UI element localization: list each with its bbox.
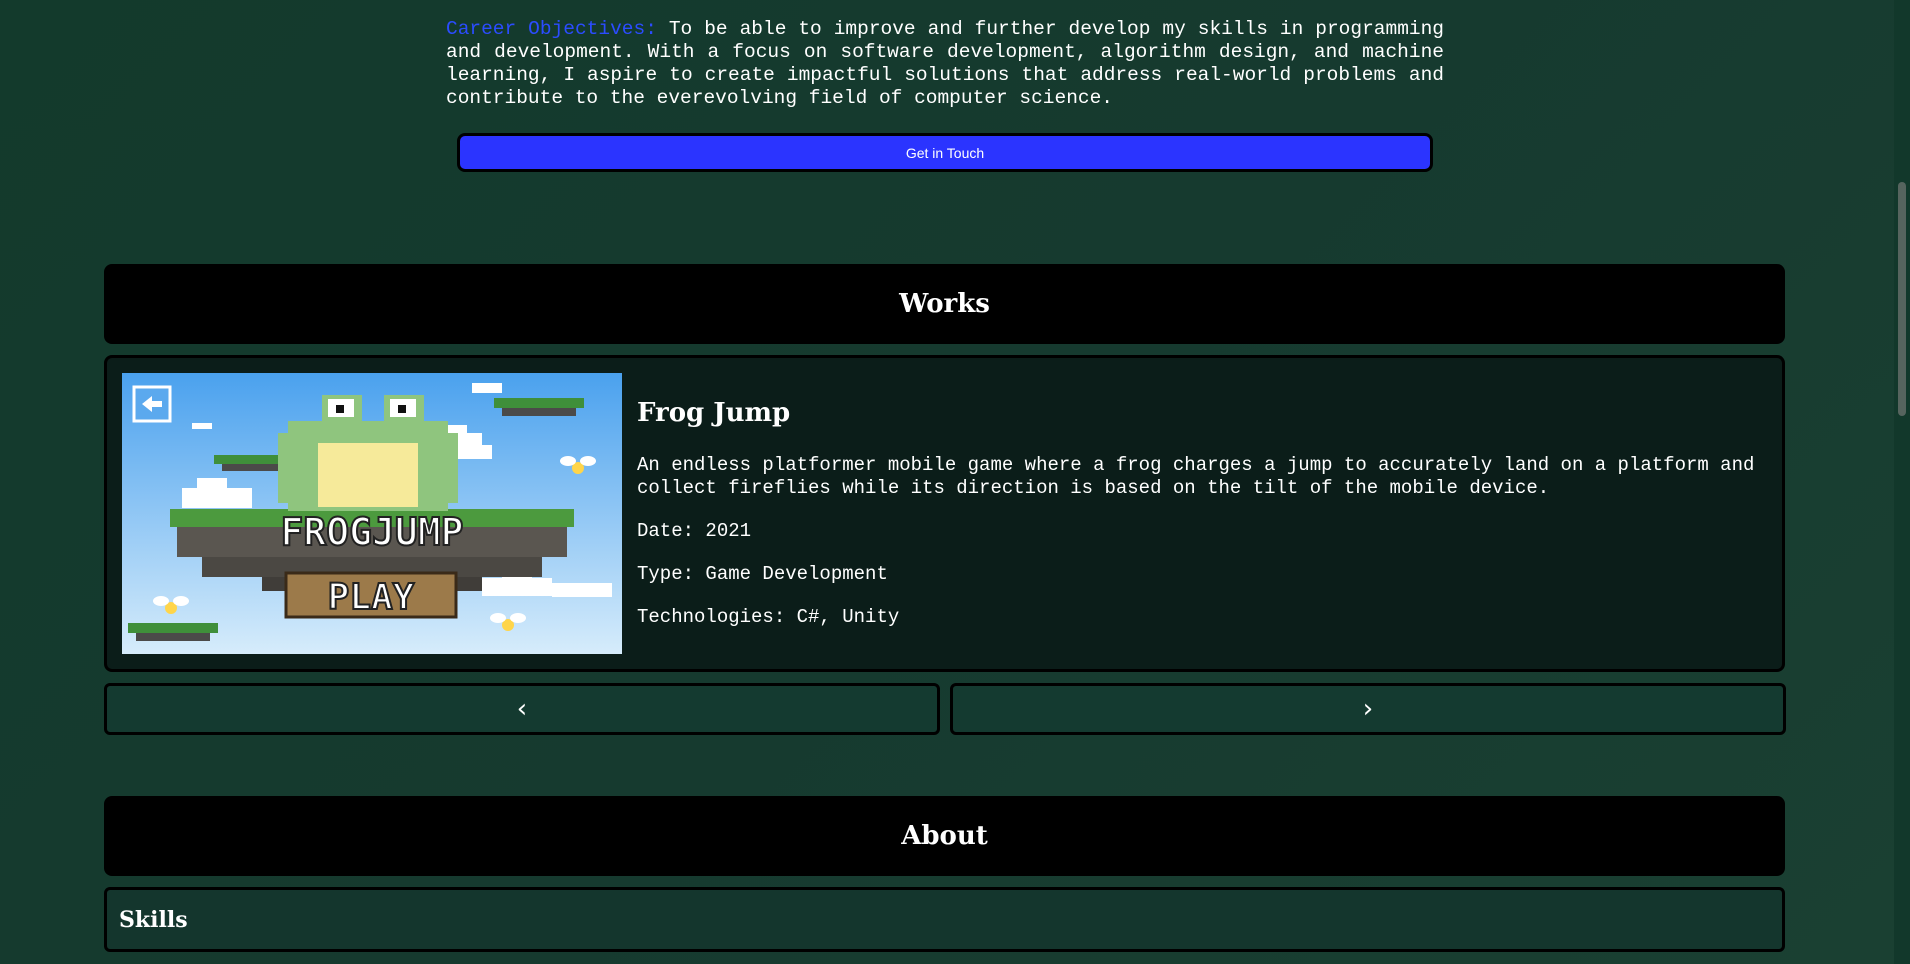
- works-heading: Works: [899, 289, 990, 319]
- works-header: Works: [104, 264, 1785, 344]
- next-work-button[interactable]: ›: [950, 683, 1786, 735]
- chevron-right-icon: ›: [1362, 694, 1374, 724]
- previous-work-button[interactable]: ‹: [104, 683, 940, 735]
- career-objectives: Career Objectives: To be able to improve…: [446, 18, 1444, 110]
- about-header: About: [104, 796, 1785, 876]
- svg-text:PLAY: PLAY: [328, 577, 415, 618]
- skills-heading: Skills: [119, 906, 188, 933]
- scrollbar-thumb[interactable]: [1898, 182, 1906, 416]
- work-technologies: Technologies: C#, Unity: [637, 606, 900, 628]
- work-title: Frog Jump: [637, 398, 791, 428]
- svg-text:FROGJUMP: FROGJUMP: [280, 510, 463, 554]
- work-type: Type: Game Development: [637, 563, 888, 585]
- page: Career Objectives: To be able to improve…: [0, 0, 1894, 964]
- work-info: Frog Jump An endless platformer mobile g…: [637, 398, 1767, 649]
- get-in-touch-button[interactable]: Get in Touch: [457, 133, 1433, 172]
- work-date: Date: 2021: [637, 520, 752, 542]
- frog-jump-game-art: FROGJUMP PLAY: [122, 373, 622, 654]
- vertical-scrollbar[interactable]: [1894, 0, 1910, 964]
- frog-jump-screenshot: FROGJUMP PLAY: [122, 373, 622, 654]
- skills-panel[interactable]: Skills: [104, 887, 1785, 952]
- career-objectives-label: Career Objectives:: [446, 17, 657, 40]
- work-card: FROGJUMP PLAY Frog Jump An endless platf…: [104, 355, 1785, 672]
- work-description: An endless platformer mobile game where …: [637, 454, 1755, 499]
- chevron-left-icon: ‹: [516, 694, 528, 724]
- about-heading: About: [901, 821, 988, 851]
